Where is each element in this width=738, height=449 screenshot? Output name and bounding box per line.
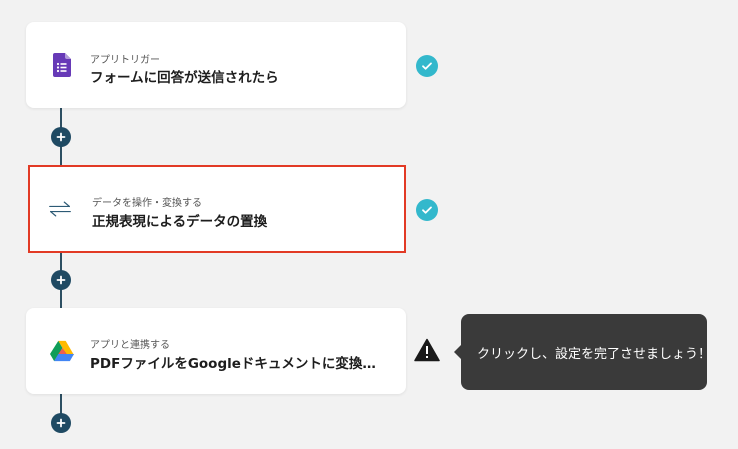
- google-forms-icon: [50, 53, 74, 77]
- step-subtitle: アプリトリガー: [90, 55, 160, 66]
- swap-arrows-icon: [48, 197, 72, 221]
- plus-icon: [56, 275, 66, 285]
- setup-tooltip: クリックし、設定を完了させましょう！: [454, 314, 711, 390]
- step-title: フォームに回答が送信されたら: [90, 70, 279, 86]
- plus-icon: [56, 132, 66, 142]
- tooltip-text: クリックし、設定を完了させましょう！: [477, 346, 712, 362]
- step-subtitle: データを操作・変換する: [92, 198, 202, 209]
- check-icon: [416, 199, 438, 221]
- step-card-pdf-to-gdoc[interactable]: アプリと連携する PDFファイルをGoogleドキュメントに変換…: [26, 308, 406, 394]
- flow-connector: [60, 394, 62, 414]
- warning-icon: [414, 338, 440, 362]
- step-card-regex-replace[interactable]: データを操作・変換する 正規表現によるデータの置換: [28, 165, 406, 253]
- add-step-button[interactable]: [51, 270, 71, 290]
- google-drive-icon: [50, 339, 74, 363]
- step-card-form-trigger[interactable]: アプリトリガー フォームに回答が送信されたら: [26, 22, 406, 108]
- step-title: 正規表現によるデータの置換: [92, 214, 268, 230]
- add-step-button[interactable]: [51, 413, 71, 433]
- step-subtitle: アプリと連携する: [90, 340, 170, 351]
- plus-icon: [56, 418, 66, 428]
- add-step-button[interactable]: [51, 127, 71, 147]
- check-icon: [416, 55, 438, 77]
- step-title: PDFファイルをGoogleドキュメントに変換…: [90, 356, 376, 372]
